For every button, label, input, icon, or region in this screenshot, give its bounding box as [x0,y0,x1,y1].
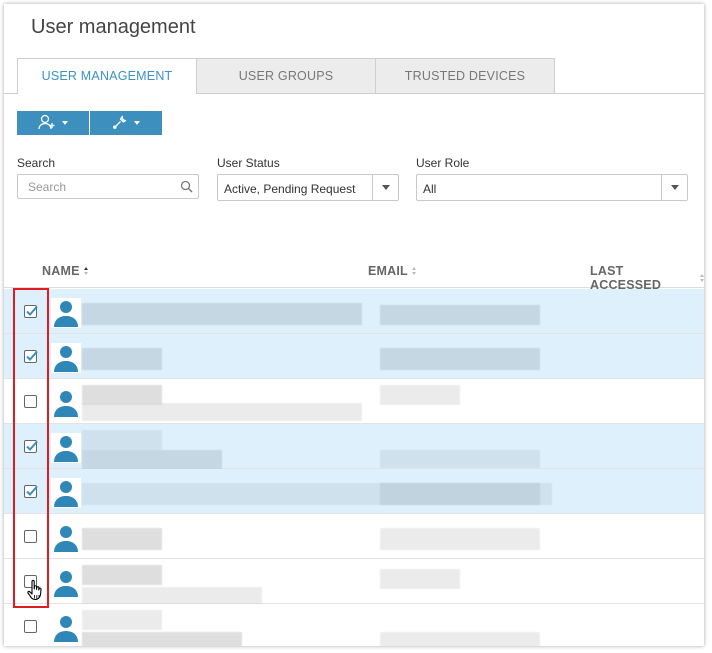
table-header: NAME EMAIL LAST ACCESSED [4,258,704,292]
redacted-text [82,403,362,421]
tools-button[interactable] [90,111,162,135]
redacted-text [380,569,460,589]
user-avatar-icon [51,523,81,558]
redacted-text [82,430,162,450]
wrench-icon [112,114,128,133]
table-row[interactable] [4,559,704,607]
table-row[interactable] [4,514,704,559]
user-management-window: User management USER MANAGEMENT USER GRO… [4,4,704,646]
redacted-text [380,348,540,370]
search-field [17,174,199,199]
user-avatar-icon [51,298,81,333]
user-avatar-icon [51,613,81,646]
column-header-email[interactable]: EMAIL [368,264,416,278]
tab-trusted-devices[interactable]: TRUSTED DEVICES [375,58,555,94]
table-row[interactable] [4,469,704,514]
user-avatar-icon [51,433,81,468]
redacted-text [82,632,242,646]
user-status-select[interactable]: Active, Pending Request [217,174,399,201]
user-avatar-icon [51,478,81,513]
user-avatar-icon [51,568,81,603]
redacted-text [82,303,362,325]
table-row[interactable] [4,379,704,424]
user-table-body [4,289,704,646]
redacted-text [380,450,540,468]
search-label: Search [17,156,56,170]
add-user-icon [38,114,56,133]
chevron-down-icon[interactable] [661,175,687,200]
redacted-text [82,528,162,550]
user-avatar-icon [51,343,81,378]
table-row[interactable] [4,604,704,646]
table-row[interactable] [4,334,704,379]
chevron-down-icon [134,121,140,125]
sort-icon [411,267,416,275]
search-icon[interactable] [180,180,193,198]
search-input[interactable] [28,175,178,198]
tab-user-management[interactable]: USER MANAGEMENT [17,58,197,94]
redacted-text [380,528,540,550]
page-title: User management [31,16,196,38]
redacted-text [380,385,460,405]
row-checkbox[interactable] [24,620,37,633]
sort-icon [700,274,704,282]
hand-cursor-icon [27,578,45,607]
chevron-down-icon[interactable] [372,175,398,200]
redacted-text [82,348,162,370]
chevron-down-icon [62,121,68,125]
add-user-button[interactable] [17,111,89,135]
user-avatar-icon [51,388,81,423]
table-row[interactable] [4,424,704,470]
sort-icon [83,267,88,275]
user-status-label: User Status [217,156,280,170]
redacted-text [380,483,540,505]
redacted-text [82,610,162,630]
redacted-text [380,305,540,325]
redacted-text [82,450,222,470]
redacted-text [380,632,540,646]
redacted-text [82,565,162,585]
user-role-select[interactable]: All [416,174,688,201]
column-header-last-accessed[interactable]: LAST ACCESSED [590,264,704,292]
tab-bar: USER MANAGEMENT USER GROUPS TRUSTED DEVI… [17,58,555,94]
table-row[interactable] [4,289,704,334]
checkbox-column-highlight [13,288,49,608]
user-status-value: Active, Pending Request [224,182,356,196]
toolbar [17,111,162,135]
user-role-label: User Role [416,156,470,170]
redacted-text [82,385,162,405]
tab-user-groups[interactable]: USER GROUPS [196,58,376,94]
user-role-value: All [423,182,437,196]
column-header-name[interactable]: NAME [42,264,88,278]
